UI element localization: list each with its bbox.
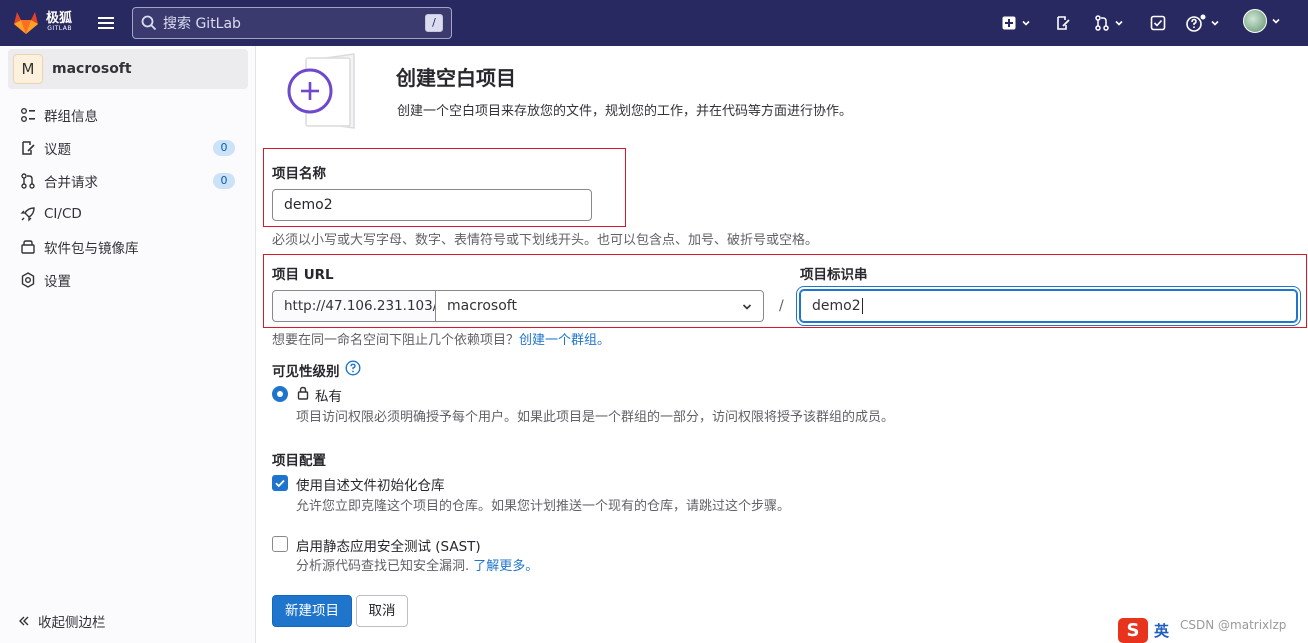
chevron-down-icon (1272, 18, 1280, 24)
brand-name: 极狐 (46, 11, 73, 26)
watermark: CSDN @matrixlzp (1180, 618, 1287, 632)
issues-icon (20, 140, 36, 156)
group-name: macrosoft (52, 61, 132, 77)
group-hint-text: 想要在同一命名空间下阻止几个依赖项目？ (272, 333, 520, 348)
search-shortcut-hint: / (425, 14, 443, 32)
project-slug-input[interactable]: demo2 (800, 290, 1297, 322)
namespace-value: macrosoft (447, 298, 517, 314)
merge-request-top-icon (1095, 15, 1109, 31)
readme-checkbox[interactable] (272, 475, 288, 491)
ime-language: 英 (1154, 622, 1170, 640)
merge-request-icon (20, 172, 36, 189)
merge-requests-count-badge: 0 (213, 173, 235, 189)
create-new-dropdown[interactable] (1001, 13, 1031, 33)
sast-desc: 分析源代码查找已知安全漏洞. 了解更多。 (296, 555, 538, 574)
namespace-select[interactable]: macrosoft (435, 290, 764, 322)
sidebar-item-issues[interactable]: 议题 0 (0, 131, 256, 164)
sidebar-item-label: 合并请求 (44, 174, 98, 191)
search-icon (141, 15, 157, 31)
brand-sub: GITLAB (47, 25, 73, 32)
double-chevron-left-icon (19, 616, 29, 626)
readme-desc: 允许您立即克隆这个项目的仓库。如果您计划推送一个现有的仓库，请跳过这个步骤。 (296, 499, 791, 514)
sidebar-item-merge-requests[interactable]: 合并请求 0 (0, 164, 256, 197)
user-menu-dropdown[interactable] (1243, 9, 1281, 33)
collapse-sidebar-button[interactable]: 收起侧边栏 (18, 611, 106, 631)
lock-icon (297, 386, 309, 400)
group-context-header[interactable]: M macrosoft (8, 49, 248, 89)
sast-label: 启用静态应用安全测试 (SAST) (296, 539, 481, 555)
group-info-icon (20, 107, 36, 123)
project-url-label: 项目 URL (272, 267, 334, 283)
chevron-down-icon (1115, 20, 1123, 26)
checkmark-icon (275, 479, 285, 488)
rocket-icon (20, 206, 36, 222)
collapse-sidebar-label: 收起侧边栏 (38, 615, 106, 631)
help-question-icon[interactable] (345, 360, 361, 376)
chevron-down-icon (1211, 20, 1219, 26)
fox-logo-icon (14, 12, 38, 34)
blank-project-illustration-icon (287, 53, 355, 129)
page-title: 创建空白项目 (396, 66, 516, 90)
visibility-label-text: 可见性级别 (272, 364, 340, 380)
todo-button[interactable] (1150, 13, 1166, 33)
issues-count-badge: 0 (213, 140, 235, 156)
project-name-hint: 必须以小写或大写字母、数字、表情符号或下划线开头。也可以包含点、加号、破折号或空… (272, 233, 819, 248)
help-dropdown[interactable] (1186, 13, 1220, 33)
create-group-link[interactable]: 创建一个群组。 (519, 333, 610, 348)
visibility-private-radio[interactable] (272, 386, 288, 402)
help-icon (1186, 14, 1206, 32)
create-project-button[interactable]: 新建项目 (272, 595, 352, 627)
search-placeholder: 搜索 GitLab (163, 16, 241, 32)
sidebar-item-label: 议题 (44, 141, 71, 158)
learn-more-link[interactable]: 了解更多。 (473, 559, 538, 574)
merge-requests-top-dropdown[interactable] (1094, 13, 1124, 33)
issues-top-button[interactable] (1055, 13, 1071, 33)
visibility-label: 可见性级别 (272, 360, 340, 380)
sidebar-item-settings[interactable]: 设置 (0, 263, 256, 296)
ime-logo-icon: S (1118, 618, 1148, 643)
settings-icon (20, 271, 36, 288)
user-avatar (1243, 9, 1267, 33)
readme-label: 使用自述文件初始化仓库 (296, 478, 445, 494)
group-hint: 想要在同一命名空间下阻止几个依赖项目？创建一个群组。 (272, 329, 610, 348)
sast-checkbox[interactable] (272, 536, 288, 552)
chevron-down-icon (1022, 20, 1030, 26)
ime-toolbar[interactable]: S 英 (1118, 618, 1169, 643)
project-slug-label: 项目标识串 (800, 267, 868, 283)
sidebar: M macrosoft 群组信息 议题 0 合并请求 0 CI/CD 软件包与镜… (0, 46, 256, 643)
sast-desc-text: 分析源代码查找已知安全漏洞. (296, 559, 470, 574)
sidebar-item-cicd[interactable]: CI/CD (0, 197, 256, 230)
sidebar-item-label: CI/CD (44, 205, 82, 222)
url-separator: / (779, 298, 784, 314)
sidebar-nav: 群组信息 议题 0 合并请求 0 CI/CD 软件包与镜像库 设置 (0, 98, 256, 296)
page-description: 创建一个空白项目来存放您的文件，规划您的工作，并在代码等方面进行协作。 (397, 104, 853, 119)
visibility-private-desc: 项目访问权限必须明确授予每个用户。如果此项目是一个群组的一部分，访问权限将授予该… (296, 410, 895, 425)
todo-checkbox-icon (1150, 15, 1166, 31)
cancel-button[interactable]: 取消 (356, 595, 408, 627)
project-slug-value: demo2 (812, 298, 861, 314)
visibility-private-label: 私有 (315, 389, 342, 405)
package-icon (20, 239, 36, 255)
chevron-down-icon (742, 304, 752, 310)
sidebar-item-label: 设置 (44, 273, 71, 290)
hamburger-menu-icon[interactable] (94, 11, 118, 35)
url-prefix: http://47.106.231.103/ (272, 290, 437, 322)
gitlab-logo[interactable]: 极狐 GITLAB (12, 9, 72, 35)
sidebar-item-label: 群组信息 (44, 108, 98, 125)
text-caret (861, 298, 863, 314)
sidebar-item-label: 软件包与镜像库 (44, 240, 139, 257)
sidebar-item-group-info[interactable]: 群组信息 (0, 98, 256, 131)
project-config-label: 项目配置 (272, 453, 326, 469)
issues-top-icon (1057, 16, 1070, 30)
search-input[interactable]: 搜索 GitLab / (132, 7, 452, 39)
group-avatar: M (13, 54, 43, 84)
plus-square-icon (1002, 16, 1016, 30)
project-name-label: 项目名称 (272, 166, 326, 182)
project-name-input[interactable]: demo2 (272, 189, 592, 221)
top-bar: 极狐 GITLAB 搜索 GitLab / (0, 0, 1308, 46)
sidebar-item-packages[interactable]: 软件包与镜像库 (0, 230, 256, 263)
